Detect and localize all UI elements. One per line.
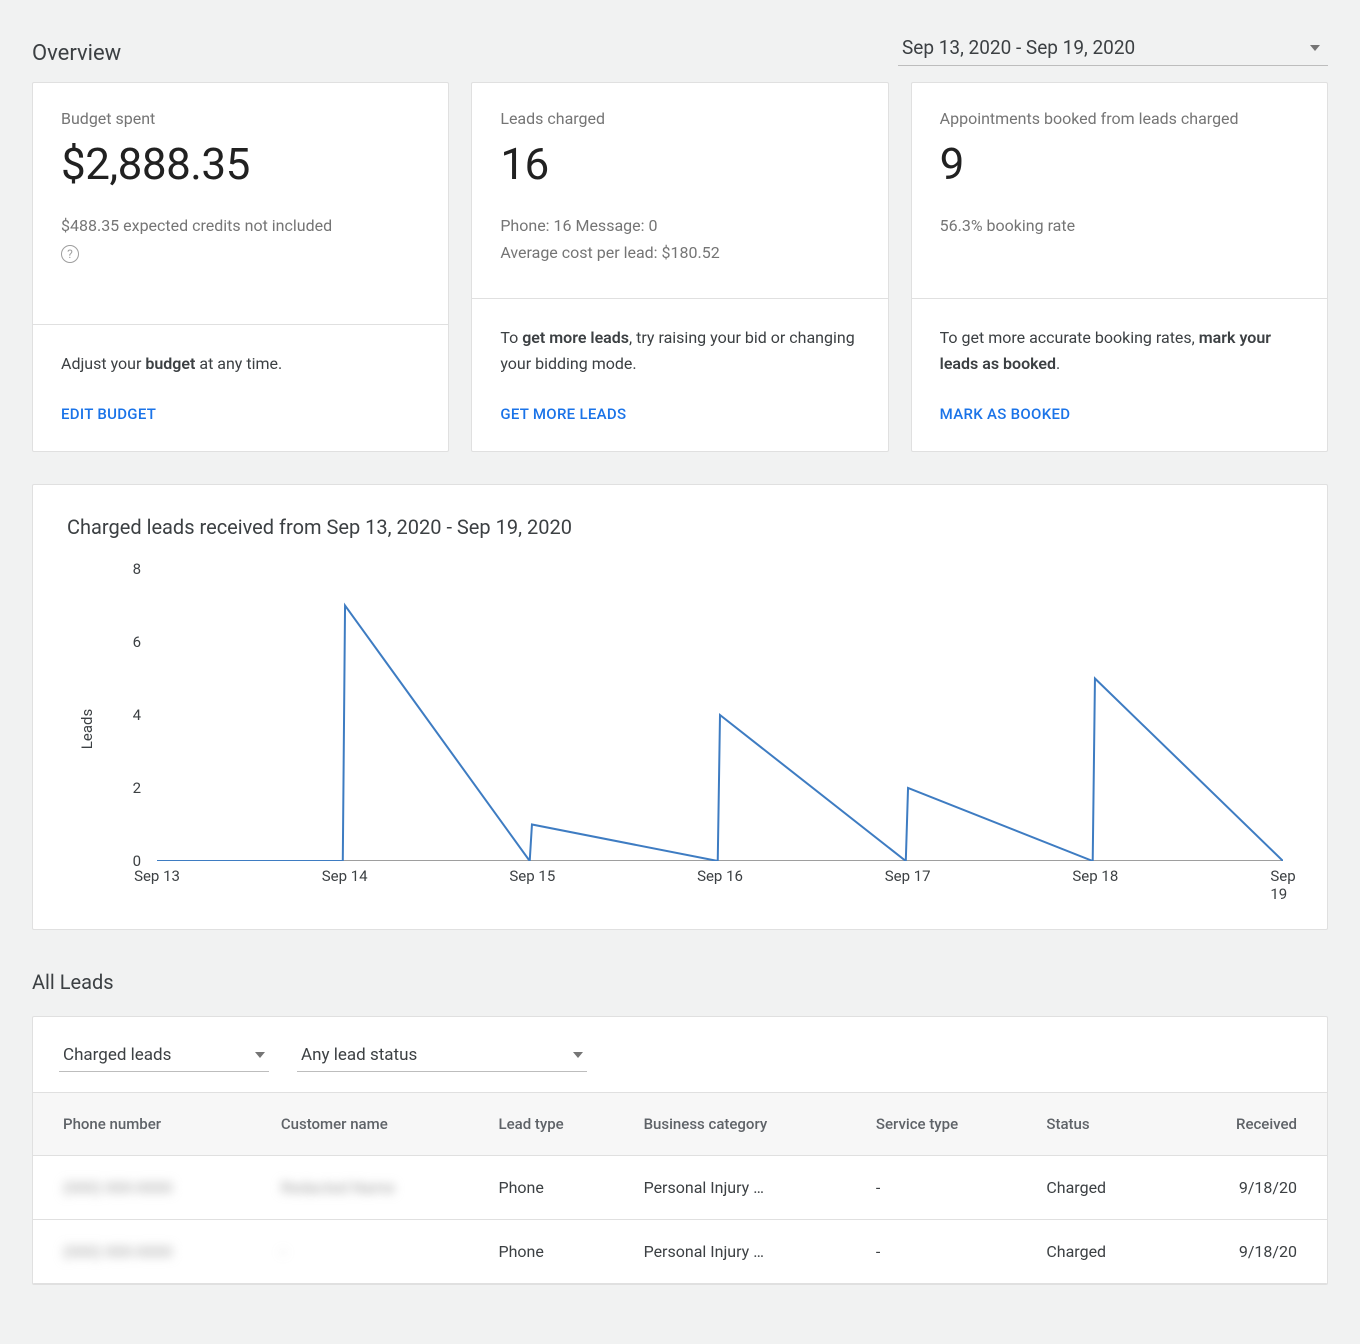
cell-received: 9/18/20 (1167, 1219, 1327, 1283)
table-row[interactable]: (000) 000-0000Redacted NamePhonePersonal… (33, 1155, 1327, 1219)
chart-x-label: Sep 15 (509, 867, 555, 885)
chart-y-tick: 2 (133, 779, 141, 797)
appts-label: Appointments booked from leads charged (940, 109, 1299, 128)
appts-footer-text: To get more accurate booking rates, mark… (940, 325, 1299, 376)
chart-x-label: Sep 17 (885, 867, 931, 885)
chevron-down-icon (255, 1052, 265, 1058)
cell-received: 9/18/20 (1167, 1155, 1327, 1219)
leads-note-1: Phone: 16 Message: 0 (500, 212, 859, 239)
chart-x-label: Sep 14 (322, 867, 368, 885)
cell-lead_type: Phone (482, 1219, 627, 1283)
chart-y-tick: 6 (133, 633, 141, 651)
budget-card: Budget spent $2,888.35 $488.35 expected … (32, 82, 449, 452)
date-range-value: Sep 13, 2020 - Sep 19, 2020 (902, 36, 1135, 59)
filter-lead-type[interactable]: Charged leads (59, 1039, 269, 1072)
leads-note-2: Average cost per lead: $180.52 (500, 239, 859, 266)
table-header: Business category (628, 1092, 860, 1155)
appts-value: 9 (940, 138, 1299, 190)
date-range-select[interactable]: Sep 13, 2020 - Sep 19, 2020 (898, 30, 1328, 66)
budget-note: $488.35 expected credits not included (61, 212, 420, 239)
table-header: Customer name (265, 1092, 483, 1155)
leads-label: Leads charged (500, 109, 859, 128)
table-header: Received (1167, 1092, 1327, 1155)
chart-area: Leads 02468 Sep 13Sep 14Sep 15Sep 16Sep … (67, 569, 1293, 889)
cell-service: - (860, 1219, 1030, 1283)
table-header: Status (1030, 1092, 1167, 1155)
leads-table-card: Charged leads Any lead status Phone numb… (32, 1016, 1328, 1285)
leads-footer-text: To get more leads, try raising your bid … (500, 325, 859, 376)
cell-phone: (000) 000-0000 (33, 1219, 265, 1283)
chart-y-tick: 8 (133, 560, 141, 578)
filter-lead-type-value: Charged leads (63, 1045, 171, 1065)
leads-card: Leads charged 16 Phone: 16 Message: 0 Av… (471, 82, 888, 452)
budget-footer-text: Adjust your budget at any time. (61, 351, 420, 377)
chart-x-label: Sep 19 (1270, 867, 1295, 903)
cell-status: Charged (1030, 1155, 1167, 1219)
chevron-down-icon (1310, 45, 1320, 51)
cell-category: Personal Injury … (628, 1155, 860, 1219)
all-leads-title: All Leads (32, 970, 1328, 994)
cell-category: Personal Injury … (628, 1219, 860, 1283)
cell-lead_type: Phone (482, 1155, 627, 1219)
edit-budget-button[interactable]: EDIT BUDGET (61, 405, 420, 423)
chart-y-label: Leads (78, 708, 96, 748)
cell-name: Redacted Name (265, 1155, 483, 1219)
table-header: Phone number (33, 1092, 265, 1155)
chart-y-tick: 4 (133, 706, 141, 724)
budget-value: $2,888.35 (61, 138, 420, 190)
chart-x-label: Sep 13 (134, 867, 180, 885)
chevron-down-icon (573, 1052, 583, 1058)
table-row[interactable]: (000) 000-0000-PhonePersonal Injury …-Ch… (33, 1219, 1327, 1283)
chart-x-label: Sep 18 (1072, 867, 1118, 885)
chart-svg (157, 569, 1283, 861)
page-title: Overview (32, 41, 121, 66)
cell-phone: (000) 000-0000 (33, 1155, 265, 1219)
filter-lead-status[interactable]: Any lead status (297, 1039, 587, 1072)
table-header: Lead type (482, 1092, 627, 1155)
cell-status: Charged (1030, 1219, 1167, 1283)
help-icon[interactable]: ? (61, 245, 79, 263)
table-header: Service type (860, 1092, 1030, 1155)
appointments-card: Appointments booked from leads charged 9… (911, 82, 1328, 452)
cell-service: - (860, 1155, 1030, 1219)
chart-x-label: Sep 16 (697, 867, 743, 885)
appts-note: 56.3% booking rate (940, 212, 1299, 239)
chart-title: Charged leads received from Sep 13, 2020… (67, 515, 1293, 539)
cell-name: - (265, 1219, 483, 1283)
get-more-leads-button[interactable]: GET MORE LEADS (500, 405, 859, 423)
leads-value: 16 (500, 138, 859, 190)
leads-table: Phone numberCustomer nameLead typeBusine… (33, 1092, 1327, 1284)
budget-label: Budget spent (61, 109, 420, 128)
mark-as-booked-button[interactable]: MARK AS BOOKED (940, 405, 1299, 423)
chart-card: Charged leads received from Sep 13, 2020… (32, 484, 1328, 930)
filter-lead-status-value: Any lead status (301, 1045, 417, 1065)
